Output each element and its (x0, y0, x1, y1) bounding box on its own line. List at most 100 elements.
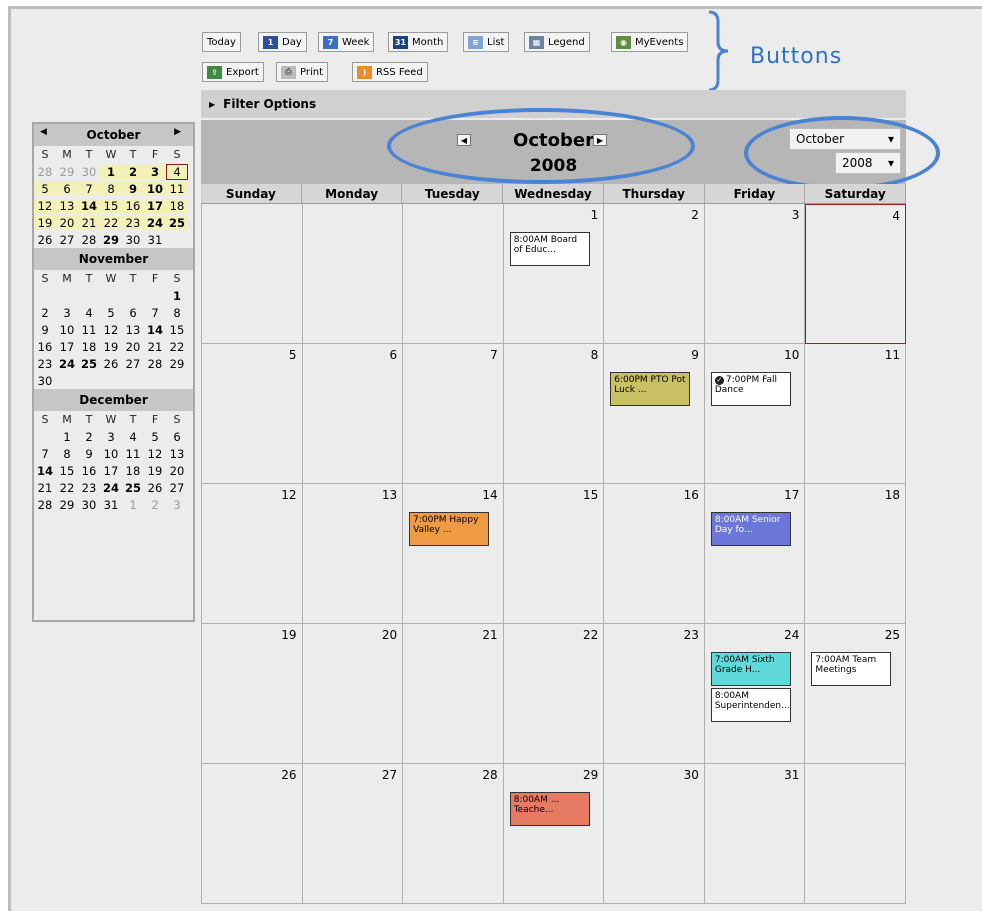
event-chip[interactable]: 7:00AM Sixth Grade H... (710, 652, 791, 686)
mini-day[interactable]: 3 (100, 430, 122, 444)
mini-day[interactable]: 28 (78, 233, 100, 247)
mini-day[interactable]: 25 (166, 215, 188, 230)
print-button[interactable]: ⎙ Print (276, 62, 329, 82)
day-cell[interactable]: 31 (704, 764, 806, 904)
day-cell[interactable] (403, 204, 504, 344)
mini-day[interactable]: 14 (144, 323, 166, 337)
mini-day[interactable]: 7 (144, 306, 166, 320)
mini-day[interactable]: 10 (56, 323, 78, 337)
mini-day[interactable]: 20 (122, 340, 144, 354)
mini-day[interactable]: 1 (100, 164, 122, 179)
mini-day[interactable]: 26 (100, 357, 122, 371)
day-cell[interactable]: 5 (202, 344, 303, 484)
day-cell[interactable]: 14 7:00PM Happy Valley ... (403, 484, 504, 624)
mini-day[interactable]: 25 (122, 481, 144, 495)
day-cell[interactable]: 12 (202, 484, 303, 624)
day-cell[interactable]: 1 8:00AM Board of Educ... (503, 204, 605, 344)
day-cell[interactable]: 18 (805, 484, 906, 624)
mini-day[interactable]: 12 (34, 198, 56, 213)
mini-day[interactable]: 16 (122, 198, 144, 213)
day-cell[interactable]: 8 (503, 344, 605, 484)
mini-day[interactable]: 11 (166, 181, 188, 196)
mini-day[interactable]: 21 (34, 481, 56, 495)
mini-day[interactable]: 25 (78, 357, 100, 371)
mini-day[interactable]: 8 (100, 181, 122, 196)
year-select[interactable]: 2008 ▾ (835, 152, 901, 174)
day-view-button[interactable]: 1 Day (258, 32, 307, 52)
prev-month-button[interactable]: ◀ (457, 134, 471, 146)
day-cell[interactable]: 30 (604, 764, 705, 904)
mini-day[interactable]: 3 (56, 306, 78, 320)
month-select[interactable]: October ▾ (789, 128, 901, 150)
legend-button[interactable]: ▦ Legend (524, 32, 590, 52)
mini-day[interactable]: 29 (166, 357, 188, 371)
mini-day[interactable]: 17 (56, 340, 78, 354)
mini-day[interactable]: 2 (144, 498, 166, 512)
mini-day[interactable]: 1 (166, 289, 188, 303)
event-chip[interactable]: 8:00AM Superintenden... (710, 688, 791, 722)
mini-day[interactable]: 23 (78, 481, 100, 495)
day-cell[interactable]: 15 (503, 484, 605, 624)
export-button[interactable]: ⇪ Export (202, 62, 264, 82)
mini-day[interactable]: 4 (122, 430, 144, 444)
mini-day[interactable]: 12 (100, 323, 122, 337)
mini-day[interactable]: 3 (166, 498, 188, 512)
list-view-button[interactable]: ≡ List (463, 32, 510, 52)
month-view-button[interactable]: 31 Month (388, 32, 449, 52)
mini-day[interactable]: 29 (56, 498, 78, 512)
mini-day[interactable]: 27 (122, 357, 144, 371)
mini-day[interactable]: 5 (100, 306, 122, 320)
filter-options-toggle[interactable]: ▶ Filter Options (201, 90, 906, 118)
mini-day[interactable]: 13 (56, 198, 78, 213)
day-cell[interactable]: 6 (302, 344, 404, 484)
mini-day[interactable]: 4 (166, 163, 188, 180)
mini-day[interactable]: 6 (122, 306, 144, 320)
day-cell[interactable]: 21 (403, 624, 504, 764)
event-chip[interactable]: 8:00AM Senior Day fo... (710, 512, 791, 546)
mini-day[interactable]: 23 (34, 357, 56, 371)
day-cell[interactable]: 29 8:00AM ... Teache... (503, 764, 605, 904)
event-chip[interactable]: 8:00AM ... Teache... (509, 792, 590, 826)
mini-day[interactable]: 11 (122, 447, 144, 461)
day-cell[interactable]: 4 (805, 204, 906, 344)
mini-day[interactable]: 15 (56, 464, 78, 478)
mini-day[interactable]: 31 (100, 498, 122, 512)
mini-day[interactable]: 29 (100, 233, 122, 247)
mini-day[interactable]: 22 (166, 340, 188, 354)
mini-day[interactable]: 15 (166, 323, 188, 337)
myevents-button[interactable]: ◉ MyEvents (611, 32, 689, 52)
mini-day[interactable]: 19 (100, 340, 122, 354)
mini-day[interactable]: 21 (78, 215, 100, 230)
mini-day[interactable]: 30 (78, 498, 100, 512)
mini-day[interactable]: 6 (166, 430, 188, 444)
mini-day[interactable]: 8 (56, 447, 78, 461)
mini-day[interactable]: 31 (144, 233, 166, 247)
day-cell[interactable]: 26 (202, 764, 303, 904)
mini-day[interactable]: 17 (144, 198, 166, 213)
mini-day[interactable]: 9 (78, 447, 100, 461)
mini-day[interactable]: 28 (34, 165, 56, 179)
day-cell[interactable] (302, 204, 404, 344)
mini-day[interactable]: 23 (122, 215, 144, 230)
mini-day[interactable]: 6 (56, 181, 78, 196)
day-cell[interactable]: 22 (503, 624, 605, 764)
today-button[interactable]: Today (202, 32, 241, 52)
mini-day[interactable]: 20 (166, 464, 188, 478)
mini-day[interactable]: 18 (166, 198, 188, 213)
event-chip[interactable]: 7:00AM Team Meetings (811, 652, 892, 686)
day-cell[interactable]: 10 ✓ 7:00PM Fall Dance (704, 344, 806, 484)
mini-day[interactable]: 3 (144, 164, 166, 179)
mini-day[interactable]: 17 (100, 464, 122, 478)
mini-day[interactable]: 29 (56, 165, 78, 179)
mini-day[interactable]: 8 (166, 306, 188, 320)
mini-day[interactable]: 28 (34, 498, 56, 512)
mini-day[interactable]: 20 (56, 215, 78, 230)
day-cell[interactable]: 11 (805, 344, 906, 484)
mini-day[interactable]: 13 (166, 447, 188, 461)
event-chip[interactable]: 6:00PM PTO Pot Luck ... (610, 372, 691, 406)
mini-day[interactable]: 12 (144, 447, 166, 461)
event-chip[interactable]: ✓ 7:00PM Fall Dance (710, 372, 791, 406)
mini-next-arrow-icon[interactable]: ▶ (174, 127, 181, 137)
mini-day[interactable]: 5 (144, 430, 166, 444)
event-chip[interactable]: 7:00PM Happy Valley ... (409, 512, 490, 546)
